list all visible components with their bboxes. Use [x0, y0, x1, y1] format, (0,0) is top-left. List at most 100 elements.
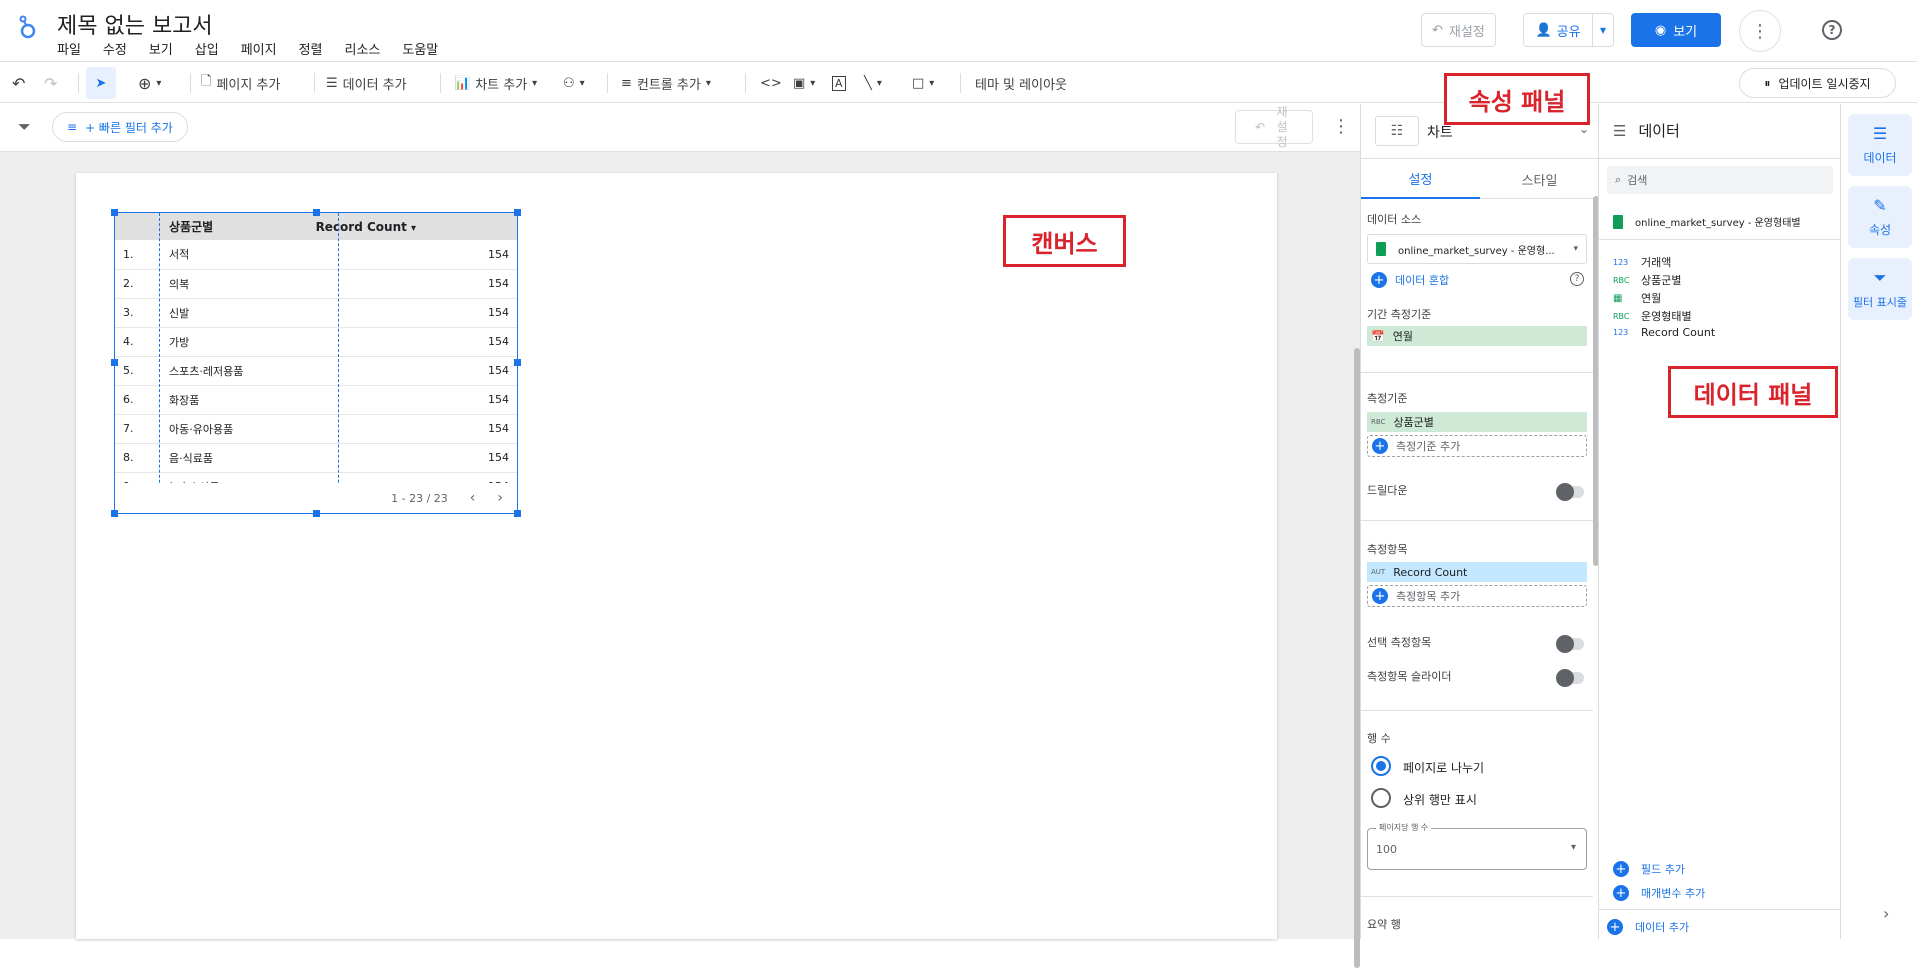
- looker-studio-logo-icon[interactable]: [18, 12, 38, 43]
- add-parameter-button[interactable]: + 매개변수 추가: [1613, 885, 1705, 901]
- add-circle-icon: +: [1372, 588, 1388, 604]
- text-box-icon[interactable]: A: [832, 63, 846, 103]
- add-field-button[interactable]: + 필드 추가: [1613, 861, 1685, 877]
- menu-edit[interactable]: 수정: [103, 39, 127, 58]
- table-row[interactable]: 6. 화장품 154: [115, 385, 517, 415]
- rail-properties-button[interactable]: ✎ 속성: [1848, 186, 1912, 248]
- dimension-chip[interactable]: RBC 상품군별: [1367, 412, 1587, 432]
- column-header-record-count[interactable]: Record Count ▾: [315, 213, 517, 240]
- theme-layout-button[interactable]: 테마 및 레이아웃: [975, 63, 1067, 103]
- zoom-icon[interactable]: ⊕ ▾: [138, 63, 161, 103]
- share-dropdown[interactable]: ▾: [1593, 14, 1613, 46]
- data-search-input[interactable]: ⌕ 검색: [1607, 166, 1833, 194]
- table-row[interactable]: 5. 스포츠·레저용품 154: [115, 356, 517, 386]
- tab-setup[interactable]: 설정: [1361, 159, 1480, 199]
- chart-type-label[interactable]: 차트: [1427, 122, 1453, 142]
- resize-handle[interactable]: [514, 510, 521, 517]
- undo-icon[interactable]: ↶: [12, 63, 25, 103]
- next-page-icon[interactable]: ›: [497, 490, 503, 506]
- view-button[interactable]: ◉ 보기: [1631, 13, 1721, 47]
- rail-data-button[interactable]: ☰ 데이터: [1848, 114, 1912, 176]
- menu-file[interactable]: 파일: [57, 39, 81, 58]
- summary-row-label: 요약 행: [1367, 918, 1401, 931]
- table-row[interactable]: 8. 음·식료품 154: [115, 443, 517, 473]
- image-icon[interactable]: ▣ ▾: [793, 63, 815, 103]
- metric-slider-toggle[interactable]: [1556, 669, 1584, 687]
- resize-handle[interactable]: [111, 209, 118, 216]
- chevron-right-icon[interactable]: ›: [1883, 904, 1889, 923]
- shape-icon[interactable]: □ ▾: [912, 63, 934, 103]
- select-cursor-icon[interactable]: ➤: [86, 67, 116, 99]
- resize-handle[interactable]: [313, 510, 320, 517]
- report-page[interactable]: 상품군별 Record Count ▾ 1. 서적 154 2. 의복 154 3. 신발 15…: [76, 173, 1277, 939]
- table-row[interactable]: 1. 서적 154: [115, 240, 517, 270]
- rail-filter-bar-button[interactable]: ⏷ 필터 표시줄: [1848, 258, 1912, 320]
- pause-updates-button[interactable]: ⏸ 업데이트 일시중지: [1739, 68, 1896, 98]
- reset-button[interactable]: ↶ 재설정: [1421, 13, 1496, 47]
- drilldown-toggle[interactable]: [1556, 483, 1584, 501]
- table-row[interactable]: 4. 가방 154: [115, 327, 517, 357]
- menu-resources[interactable]: 리소스: [345, 39, 381, 58]
- help-icon[interactable]: ?: [1822, 20, 1842, 40]
- table-row[interactable]: 2. 의복 154: [115, 269, 517, 299]
- add-chart-button[interactable]: 📊 차트 추가 ▾: [454, 63, 537, 103]
- metric-chip[interactable]: AUT Record Count: [1367, 562, 1587, 582]
- data-field-item[interactable]: ▦ 연월: [1613, 290, 1661, 306]
- line-icon[interactable]: ╲ ▾: [864, 63, 882, 103]
- redo-icon[interactable]: ↷: [44, 63, 57, 103]
- record-count-cell: 154: [315, 327, 517, 357]
- top-rows-radio[interactable]: [1371, 788, 1391, 808]
- help-icon[interactable]: ?: [1570, 272, 1584, 286]
- add-dimension-button[interactable]: + 측정기준 추가: [1367, 435, 1587, 457]
- add-data-button[interactable]: + 데이터 추가: [1607, 919, 1689, 935]
- add-page-icon: 🗋: [201, 74, 212, 89]
- more-vert-icon[interactable]: ⋮: [1332, 116, 1350, 137]
- table-row[interactable]: 3. 신발 154: [115, 298, 517, 328]
- right-rail: ☰ 데이터 ✎ 속성 ⏷ 필터 표시줄 ›: [1840, 104, 1917, 939]
- table-chart-icon[interactable]: ☷: [1375, 116, 1419, 146]
- column-header-category[interactable]: 상품군별: [159, 213, 316, 240]
- add-page-button[interactable]: 🗋 페이지 추가: [201, 63, 280, 103]
- menu-view[interactable]: 보기: [149, 39, 173, 58]
- paginate-radio[interactable]: [1371, 756, 1391, 776]
- reset-label: 재설정: [1448, 24, 1485, 40]
- quick-filter-button[interactable]: ≡ + 빠른 필터 추가: [52, 112, 188, 142]
- add-data-label: 데이터 추가: [342, 77, 407, 93]
- filter-icon[interactable]: ⏷: [18, 117, 31, 137]
- menu-help[interactable]: 도움말: [402, 39, 438, 58]
- resize-handle[interactable]: [111, 510, 118, 517]
- data-source-select[interactable]: online_market_survey - 운영형... ▾: [1367, 234, 1587, 264]
- more-options-button[interactable]: ⋮: [1739, 10, 1781, 52]
- table-row[interactable]: 7. 아동·유아용품 154: [115, 414, 517, 444]
- code-icon[interactable]: <>: [760, 63, 782, 103]
- tab-style[interactable]: 스타일: [1480, 159, 1599, 199]
- resize-handle[interactable]: [514, 209, 521, 216]
- add-chart-label: 차트 추가: [475, 77, 528, 93]
- menu-arrange[interactable]: 정렬: [299, 39, 323, 58]
- menu-insert[interactable]: 삽입: [195, 39, 219, 58]
- table-chart[interactable]: 상품군별 Record Count ▾ 1. 서적 154 2. 의복 154 3. 신발 15…: [111, 209, 521, 517]
- resize-handle[interactable]: [514, 359, 521, 366]
- resize-handle[interactable]: [111, 359, 118, 366]
- prev-page-icon[interactable]: ‹: [470, 490, 476, 506]
- database-icon: ☰: [1872, 124, 1888, 143]
- blend-data-button[interactable]: + 데이터 혼합: [1371, 272, 1449, 288]
- report-title[interactable]: 제목 없는 보고서: [57, 8, 213, 40]
- community-viz-icon[interactable]: ⚇ ▾: [563, 63, 585, 103]
- add-metric-button[interactable]: + 측정항목 추가: [1367, 585, 1587, 607]
- add-control-button[interactable]: ≡ 컨트롤 추가 ▾: [621, 63, 711, 103]
- data-source-item[interactable]: online_market_survey - 운영형태별: [1613, 214, 1801, 229]
- menu-page[interactable]: 페이지: [241, 39, 277, 58]
- data-field-item[interactable]: 123 Record Count: [1613, 326, 1715, 339]
- optional-metric-toggle[interactable]: [1556, 635, 1584, 653]
- resize-handle[interactable]: [313, 209, 320, 216]
- data-field-item[interactable]: 123 거래액: [1613, 254, 1671, 270]
- row-number: 6.: [115, 385, 159, 415]
- share-button[interactable]: 👤 공유: [1524, 14, 1593, 46]
- data-field-item[interactable]: RBC 운영형태별: [1613, 308, 1692, 324]
- data-field-item[interactable]: RBC 상품군별: [1613, 272, 1681, 288]
- rows-per-page-field[interactable]: 페이지당 행 수 100 ▾: [1367, 822, 1587, 870]
- canvas-reset-button[interactable]: ↶ 재설정: [1235, 105, 1313, 149]
- add-data-button[interactable]: ☰ 데이터 추가: [326, 63, 407, 103]
- date-dimension-chip[interactable]: 📅 연월: [1367, 326, 1587, 346]
